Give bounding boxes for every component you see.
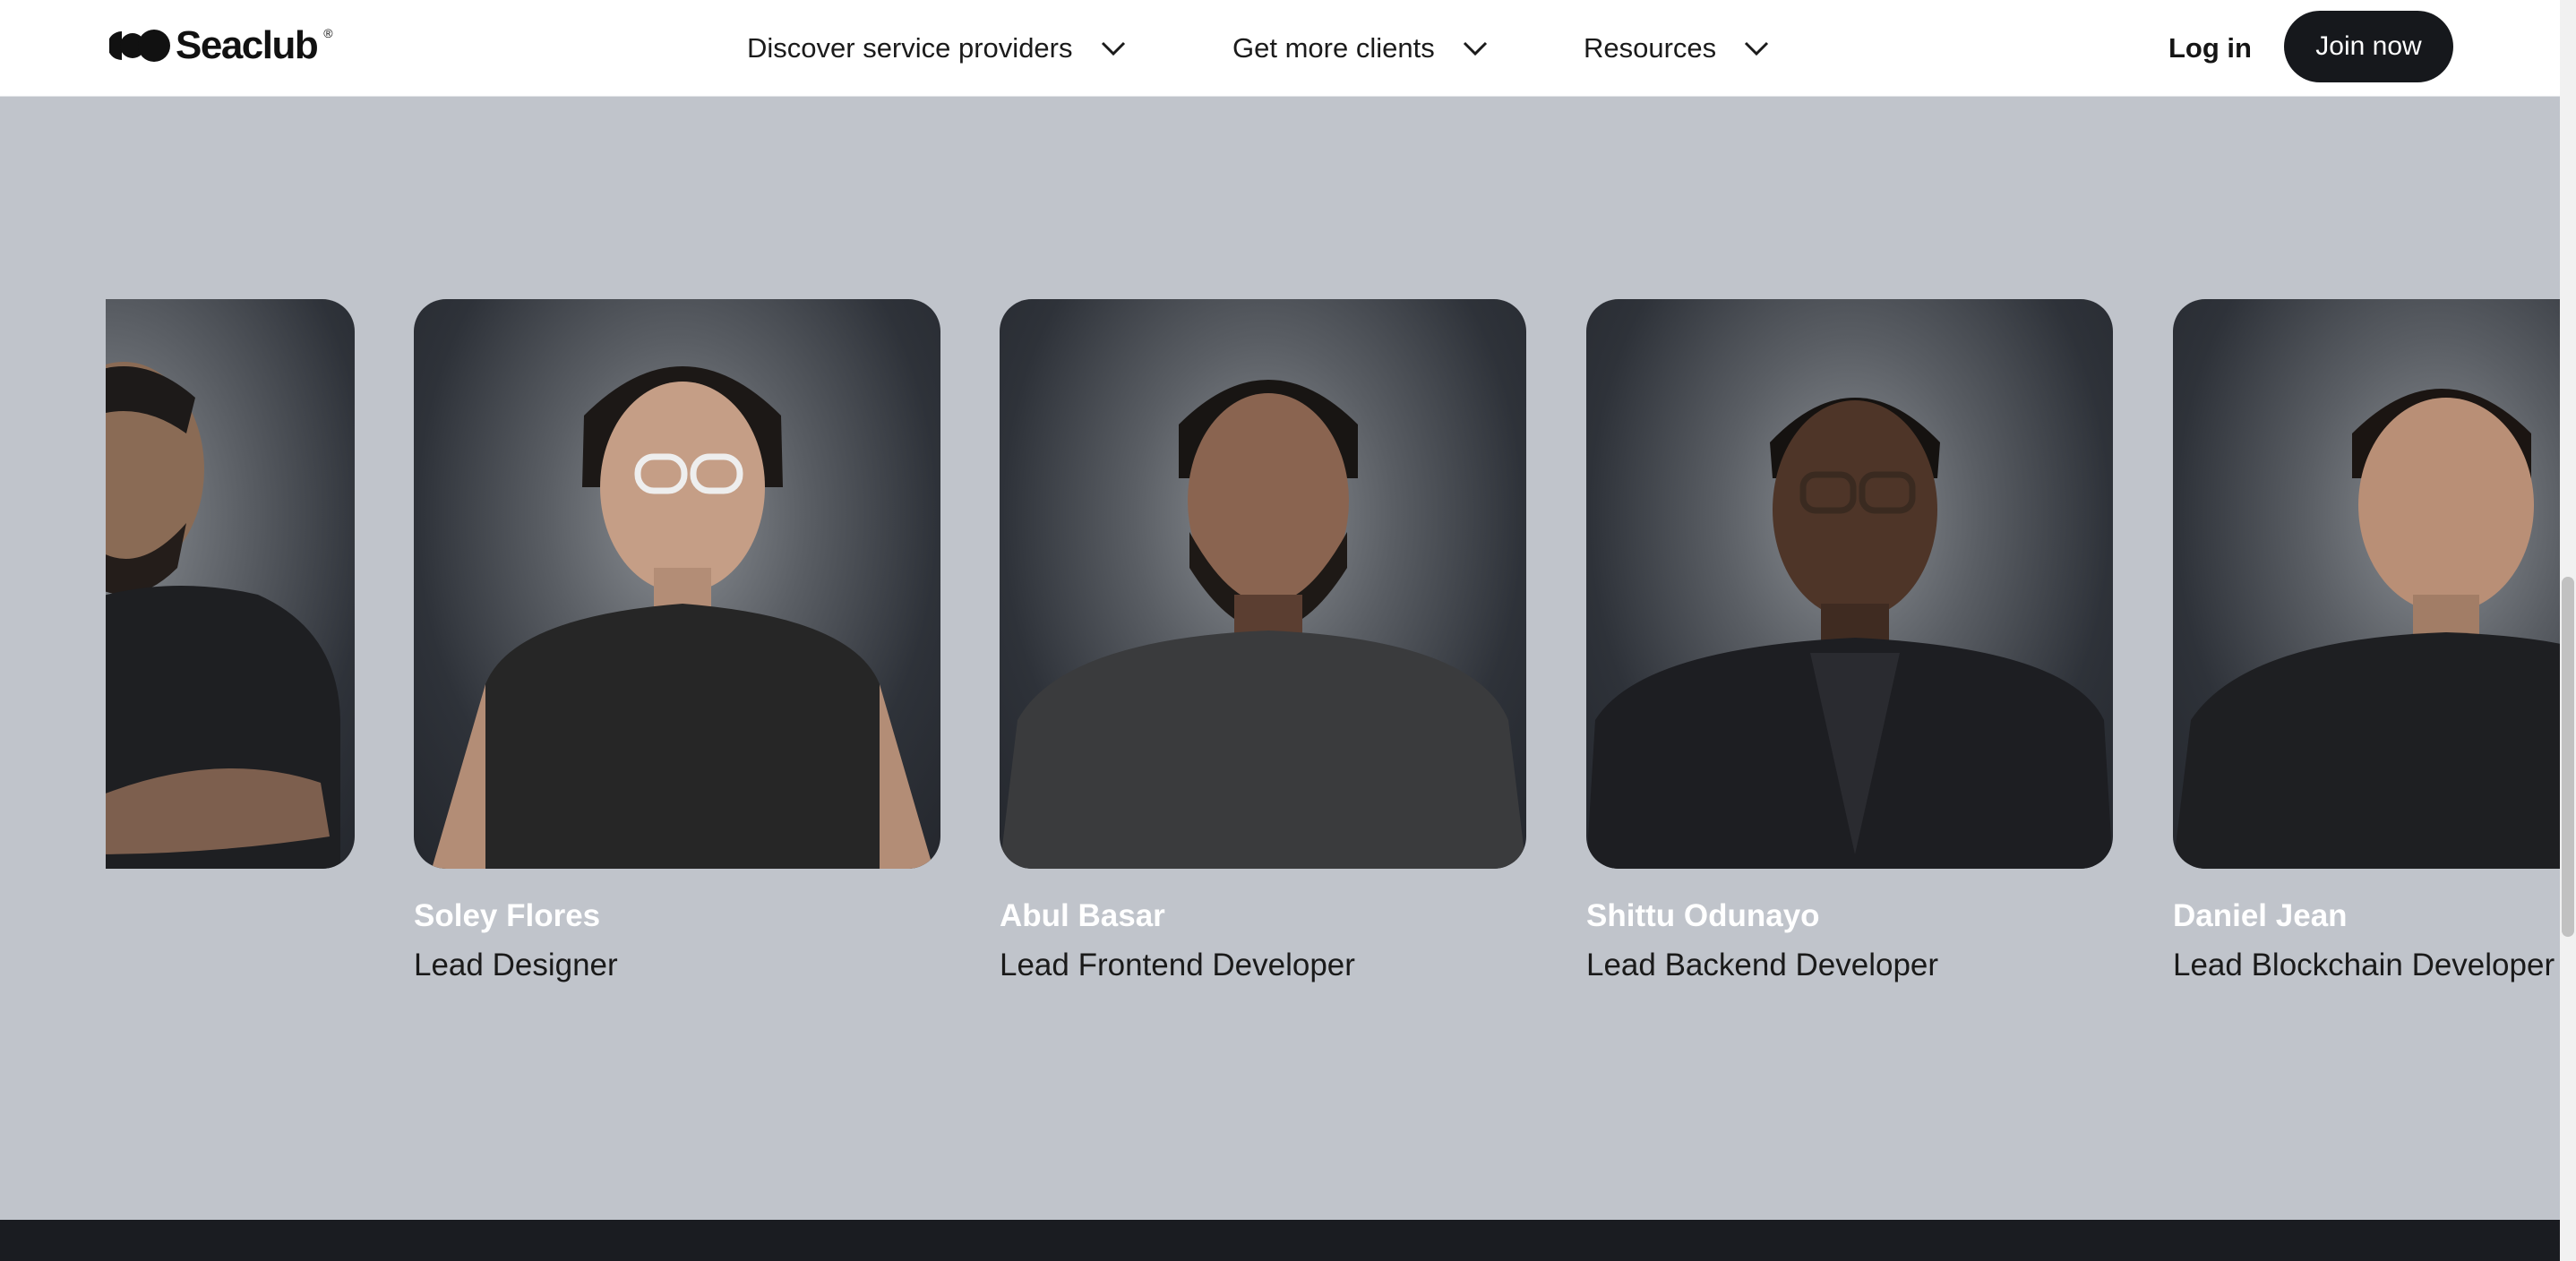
chevron-down-icon bbox=[1745, 41, 1769, 56]
seaclub-logo-mark-icon bbox=[109, 30, 170, 62]
team-member-photo bbox=[106, 362, 340, 869]
team-member-name: Daniel Jean bbox=[2173, 898, 2348, 933]
join-now-button[interactable]: Join now bbox=[2284, 11, 2453, 82]
person-silhouette-icon bbox=[2173, 389, 2560, 869]
team-card[interactable]: Daniel Jean Lead Blockchain Developer bbox=[2173, 299, 2560, 985]
team-member-role: Lead Frontend Developer bbox=[1000, 948, 1355, 982]
person-silhouette-icon bbox=[432, 366, 933, 869]
person-silhouette-icon bbox=[1000, 380, 1526, 869]
nav-get-more-clients[interactable]: Get more clients bbox=[1232, 23, 1489, 73]
chevron-down-icon bbox=[1463, 41, 1487, 56]
log-in-link[interactable]: Log in bbox=[2168, 23, 2252, 73]
brand-name: Seaclub bbox=[176, 23, 319, 67]
team-card[interactable]: Soley Flores Lead Designer bbox=[414, 299, 940, 985]
team-member-role: Lead Designer bbox=[414, 948, 618, 982]
team-member-role: Lead Backend Developer bbox=[1586, 948, 1939, 982]
scrollbar-thumb[interactable] bbox=[2562, 577, 2574, 937]
chevron-down-icon bbox=[1101, 41, 1125, 56]
team-member-name: Soley Flores bbox=[414, 898, 601, 933]
team-card-partial[interactable] bbox=[106, 299, 355, 869]
nav-discover-service-providers[interactable]: Discover service providers bbox=[747, 23, 1127, 73]
nav-resources[interactable]: Resources bbox=[1584, 23, 1770, 73]
top-navbar: Seaclub ® Discover service providers Get… bbox=[0, 0, 2560, 97]
team-member-photo bbox=[414, 299, 940, 869]
team-member-name: Abul Basar bbox=[1000, 898, 1165, 933]
footer-section bbox=[0, 1220, 2560, 1261]
team-member-role: Lead Blockchain Developer bbox=[2173, 948, 2555, 982]
nav-item-label: Discover service providers bbox=[747, 32, 1073, 64]
registered-mark: ® bbox=[323, 26, 333, 40]
team-member-photo bbox=[1586, 299, 2113, 869]
team-member-photo bbox=[1000, 299, 1526, 869]
nav-item-label: Resources bbox=[1584, 32, 1717, 64]
person-silhouette-icon bbox=[1586, 398, 2113, 869]
team-card[interactable]: Abul Basar Lead Frontend Developer bbox=[1000, 299, 1526, 985]
nav-item-label: Get more clients bbox=[1232, 32, 1435, 64]
team-card[interactable]: Shittu Odunayo Lead Backend Developer bbox=[1586, 299, 2113, 985]
seaclub-logo[interactable]: Seaclub ® bbox=[109, 25, 333, 66]
team-member-name: Shittu Odunayo bbox=[1586, 898, 1820, 933]
team-member-photo bbox=[2173, 299, 2560, 869]
